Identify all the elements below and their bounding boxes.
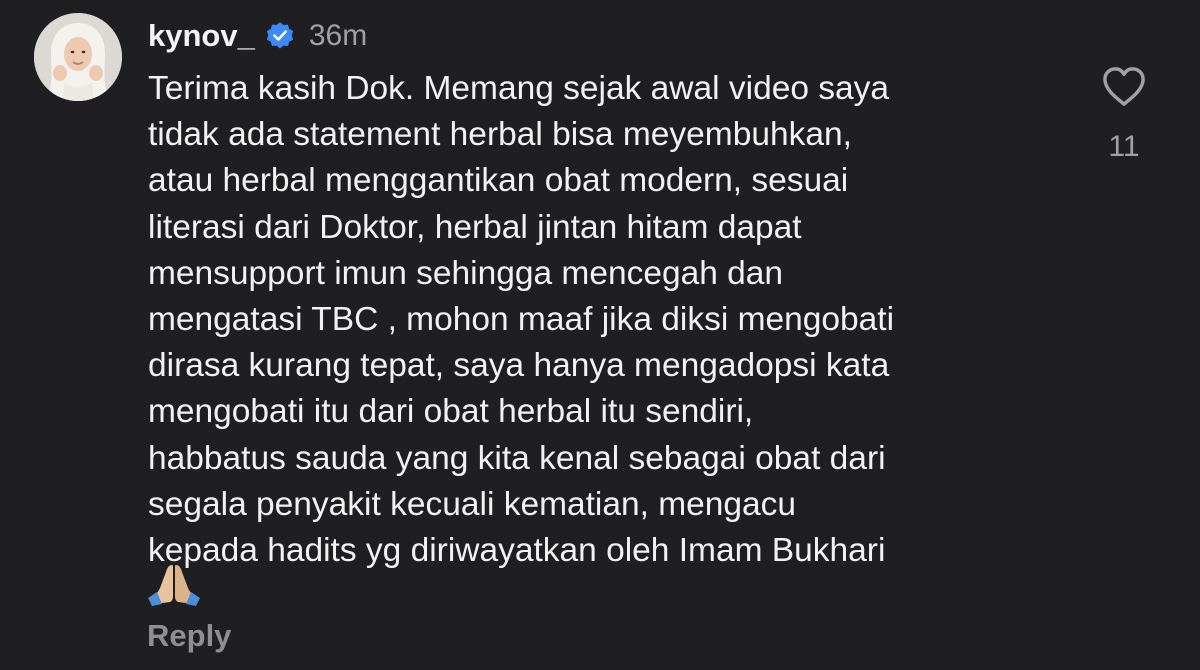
comment-card: kynov_ 36m Terima kasih Dok. Memang seja… — [0, 0, 1200, 670]
heart-outline-icon[interactable] — [1094, 66, 1154, 108]
comment-text-line: mengatasi TBC , mohon maaf jika diksi me… — [148, 301, 895, 339]
like-count: 11 — [1108, 130, 1140, 163]
comment-header: kynov_ 36m — [148, 14, 367, 58]
comment-text-line: habbatus sauda yang kita kenal sebagai o… — [148, 439, 886, 477]
comment-text: Terima kasih Dok. Memang sejak awal vide… — [148, 66, 1068, 574]
folded-hands-emoji — [146, 562, 202, 606]
comment-text-line: Terima kasih Dok. Memang sejak awal vide… — [148, 70, 890, 107]
comment-text-line: mengobati itu dari obat herbal itu sendi… — [148, 393, 754, 431]
verified-badge-icon — [265, 21, 295, 51]
comment-text-line: mensupport imun sehingga mencegah dan — [148, 254, 784, 292]
like-section: 11 — [1094, 66, 1154, 164]
comment-text-line: dirasa kurang tepat, saya hanya mengadop… — [148, 347, 890, 385]
comment-text-line: literasi dari Doktor, herbal jintan hita… — [148, 208, 802, 246]
comment-text-line: atau herbal menggantikan obat modern, se… — [148, 162, 849, 200]
avatar[interactable] — [34, 13, 122, 101]
profile-avatar-icon — [34, 13, 122, 101]
comment-text-line: kepada hadits yg diriwayatkan oleh Imam … — [148, 532, 886, 570]
comment-text-line: tidak ada statement herbal bisa meyembuh… — [148, 116, 852, 154]
timestamp: 36m — [308, 19, 368, 52]
comment-text-line: segala penyakit kecuali kematian, mengac… — [148, 485, 797, 523]
reply-button[interactable]: Reply — [147, 618, 231, 654]
username[interactable]: kynov_ — [148, 18, 255, 54]
